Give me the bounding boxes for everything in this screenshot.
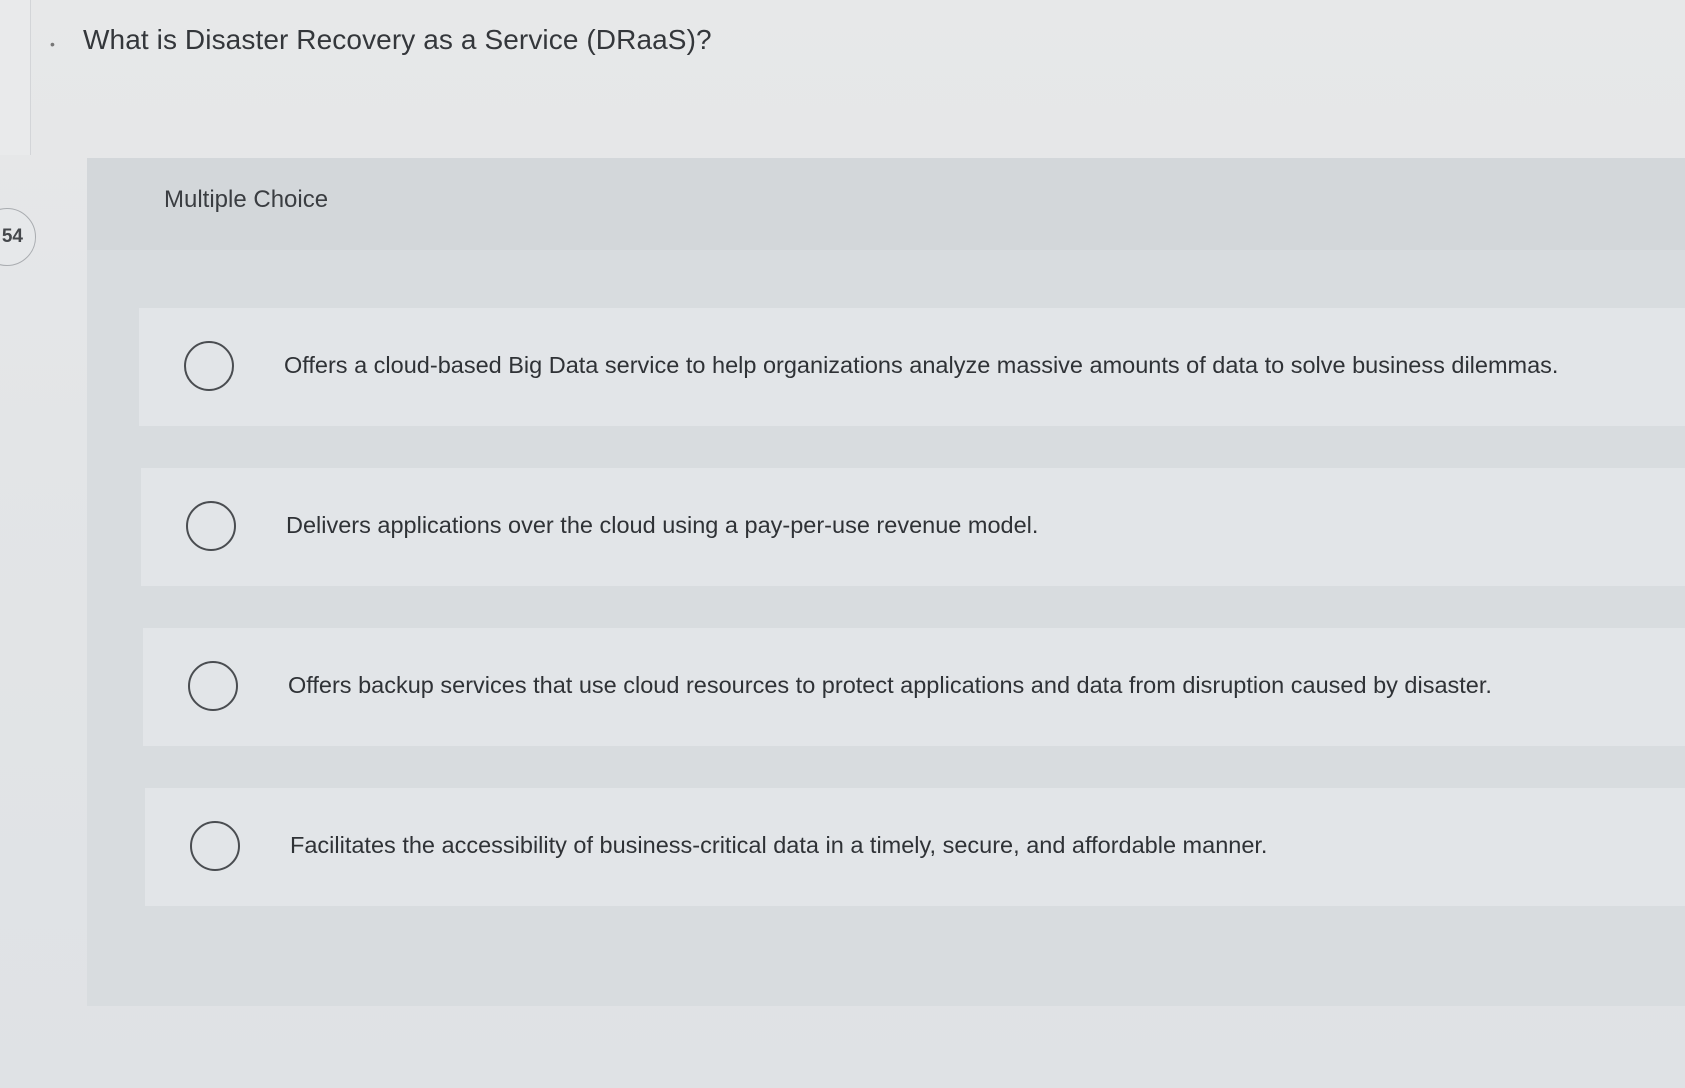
bullet-dot: • xyxy=(50,36,55,52)
answer-option-label[interactable]: Offers a cloud-based Big Data service to… xyxy=(284,352,1558,379)
answer-option-4[interactable]: Facilitates the accessibility of busines… xyxy=(145,788,1685,906)
radio-button[interactable] xyxy=(186,501,236,551)
answer-option-2[interactable]: Delivers applications over the cloud usi… xyxy=(141,468,1685,586)
question-text: What is Disaster Recovery as a Service (… xyxy=(83,24,712,55)
answer-panel: Multiple Choice Offers a cloud-based Big… xyxy=(87,158,1685,1006)
question-type-label: Multiple Choice xyxy=(164,186,329,213)
answer-option-label[interactable]: Facilitates the accessibility of busines… xyxy=(290,832,1267,859)
answer-panel-header: Multiple Choice xyxy=(87,158,1685,250)
answer-option-3[interactable]: Offers backup services that use cloud re… xyxy=(143,628,1685,746)
radio-button[interactable] xyxy=(188,661,238,711)
radio-button[interactable] xyxy=(190,821,240,871)
radio-button[interactable] xyxy=(184,341,234,391)
left-margin-strip xyxy=(0,0,31,155)
question-number-badge: 54 xyxy=(0,208,36,266)
answer-option-1[interactable]: Offers a cloud-based Big Data service to… xyxy=(139,308,1685,426)
answer-option-label[interactable]: Offers backup services that use cloud re… xyxy=(288,672,1492,699)
answer-option-label[interactable]: Delivers applications over the cloud usi… xyxy=(286,512,1038,539)
